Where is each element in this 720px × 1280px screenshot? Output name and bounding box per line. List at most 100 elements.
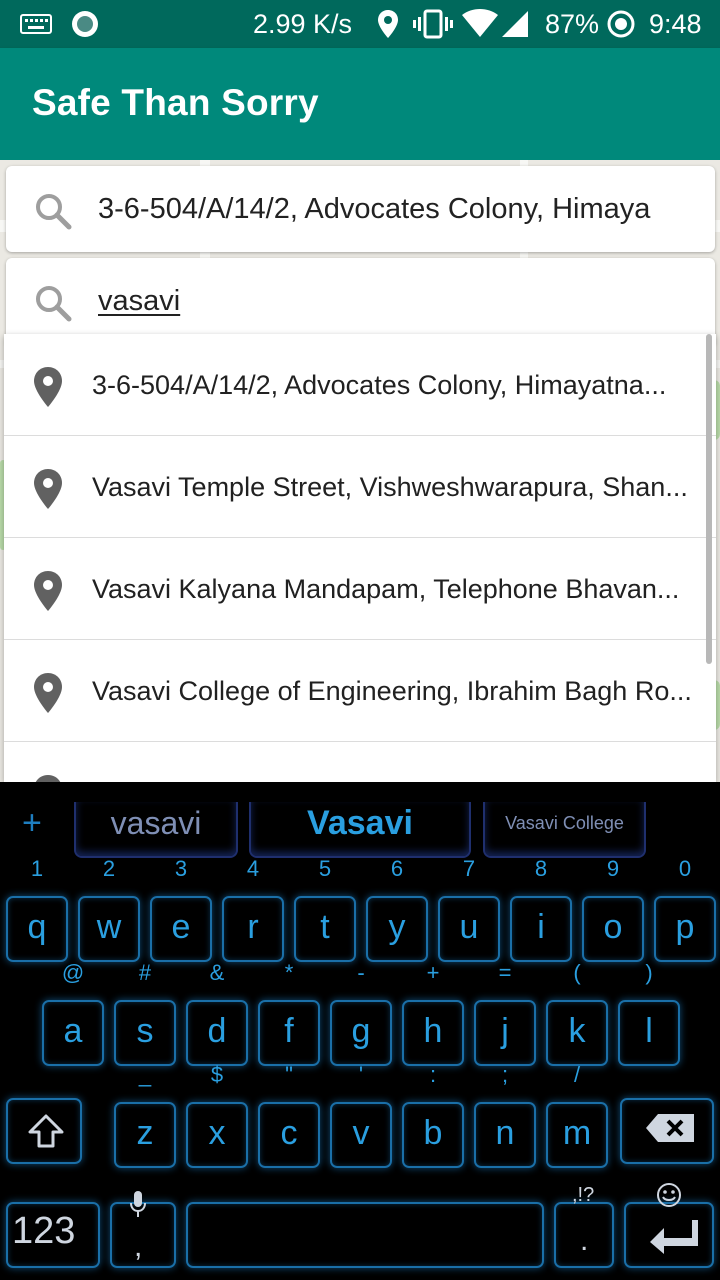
- key-k[interactable]: k: [546, 1000, 608, 1066]
- key-label: o: [603, 908, 623, 946]
- key-h[interactable]: h: [402, 1000, 464, 1066]
- word-suggestion[interactable]: vasavi: [74, 802, 238, 858]
- key-secondary-label: 8: [534, 856, 548, 881]
- emoji-icon: [657, 1183, 681, 1207]
- word-suggestion-text: vasavi: [110, 805, 202, 841]
- origin-search-text[interactable]: 3-6-504/A/14/2, Advocates Colony, Himaya: [98, 193, 704, 226]
- key-secondary-label: +: [426, 960, 440, 985]
- key-label: l: [645, 1012, 653, 1050]
- key-label: t: [320, 908, 330, 946]
- key-e[interactable]: e: [150, 896, 212, 962]
- key-d[interactable]: d: [186, 1000, 248, 1066]
- key-v[interactable]: v: [330, 1102, 392, 1168]
- key-label: a: [63, 1012, 83, 1050]
- key-j[interactable]: j: [474, 1000, 536, 1066]
- shift-key[interactable]: [6, 1098, 82, 1164]
- keyboard-icon: [20, 0, 52, 48]
- key-secondary-label: &: [209, 960, 225, 985]
- key-secondary-label: _: [138, 1062, 152, 1087]
- suggestion-item[interactable]: 3-6-504/A/14/2, Advocates Colony, Himaya…: [4, 334, 716, 436]
- origin-search-field[interactable]: 3-6-504/A/14/2, Advocates Colony, Himaya: [6, 166, 715, 252]
- key-t[interactable]: t: [294, 896, 356, 962]
- key-label: u: [459, 908, 479, 946]
- key-label: k: [568, 1012, 586, 1050]
- comma-key[interactable]: ,: [110, 1191, 176, 1268]
- key-label: i: [537, 908, 545, 946]
- key-w[interactable]: w: [78, 896, 140, 962]
- space-key[interactable]: [186, 1202, 544, 1268]
- key-secondary-label: ): [645, 960, 653, 985]
- place-pin-icon: [35, 775, 61, 782]
- enter-icon: [650, 1220, 698, 1254]
- enter-key[interactable]: [624, 1183, 714, 1268]
- comma-key-label: ,: [134, 1230, 143, 1263]
- key-secondary-label: #: [138, 960, 152, 985]
- place-pin-icon: [34, 367, 62, 407]
- word-suggestion-text: Vasavi College: [505, 813, 624, 833]
- suggestion-item-partial[interactable]: [4, 742, 716, 782]
- key-a[interactable]: a: [42, 1000, 104, 1066]
- place-suggestions-list: 3-6-504/A/14/2, Advocates Colony, Himaya…: [4, 334, 716, 782]
- suggestion-item[interactable]: Vasavi Temple Street, Vishweshwarapura, …: [4, 436, 716, 538]
- key-secondary-label: =: [498, 960, 512, 985]
- key-secondary-label: *: [284, 960, 294, 985]
- key-u[interactable]: u: [438, 896, 500, 962]
- key-secondary-label: (: [573, 960, 581, 985]
- key-label: z: [136, 1114, 154, 1152]
- key-label: e: [171, 908, 191, 946]
- key-label: f: [284, 1012, 294, 1050]
- add-word-icon[interactable]: +: [22, 804, 42, 843]
- destination-search-input[interactable]: vasavi: [98, 285, 180, 317]
- key-l[interactable]: l: [618, 1000, 680, 1066]
- network-speed: 2.99 K/s: [253, 8, 353, 39]
- circle-status-icon: [70, 0, 100, 48]
- key-y[interactable]: y: [366, 896, 428, 962]
- suggestion-item[interactable]: Vasavi Kalyana Mandapam, Telephone Bhava…: [4, 538, 716, 640]
- key-z[interactable]: z: [114, 1102, 176, 1168]
- battery-level: 87%: [545, 8, 600, 39]
- key-o[interactable]: o: [582, 896, 644, 962]
- destination-search-field[interactable]: vasavi: [6, 258, 715, 344]
- key-m[interactable]: m: [546, 1102, 608, 1168]
- key-n[interactable]: n: [474, 1102, 536, 1168]
- key-b[interactable]: b: [402, 1102, 464, 1168]
- numbers-key[interactable]: 123: [6, 1202, 100, 1268]
- key-p[interactable]: p: [654, 896, 716, 962]
- key-label: m: [562, 1114, 592, 1152]
- suggestion-text: 3-6-504/A/14/2, Advocates Colony, Himaya…: [92, 370, 667, 400]
- key-g[interactable]: g: [330, 1000, 392, 1066]
- word-suggestion-text: Vasavi: [307, 804, 413, 842]
- key-x[interactable]: x: [186, 1102, 248, 1168]
- app-title: Safe Than Sorry: [32, 82, 319, 123]
- key-f[interactable]: f: [258, 1000, 320, 1066]
- numbers-key-label: 123: [12, 1210, 76, 1252]
- key-secondary-label: $: [210, 1062, 224, 1087]
- backspace-icon: [646, 1114, 694, 1142]
- word-suggestion-primary[interactable]: Vasavi: [249, 802, 471, 858]
- suggestion-text: Vasavi College of Engineering, Ibrahim B…: [92, 676, 692, 706]
- key-i[interactable]: i: [510, 896, 572, 962]
- word-suggestion[interactable]: Vasavi College: [483, 802, 646, 858]
- clock: 9:48: [649, 8, 702, 39]
- key-r[interactable]: r: [222, 896, 284, 962]
- key-q[interactable]: q: [6, 896, 68, 962]
- place-pin-icon: [34, 571, 62, 611]
- key-label: x: [208, 1114, 226, 1152]
- key-label: n: [495, 1114, 515, 1152]
- key-secondary-label: ;: [501, 1062, 509, 1087]
- app-bar: Safe Than Sorry: [0, 48, 720, 160]
- backspace-key[interactable]: [620, 1098, 714, 1164]
- suggestion-item[interactable]: Vasavi College of Engineering, Ibrahim B…: [4, 640, 716, 742]
- key-label: q: [27, 908, 47, 946]
- key-secondary-label: ": [285, 1062, 293, 1087]
- search-icon: [36, 194, 72, 230]
- key-c[interactable]: c: [258, 1102, 320, 1168]
- period-key[interactable]: ,!? .: [554, 1184, 614, 1268]
- suggestion-text: Vasavi Kalyana Mandapam, Telephone Bhava…: [92, 574, 680, 604]
- key-label: y: [388, 908, 406, 946]
- key-secondary-label: /: [573, 1062, 581, 1087]
- wifi-icon: [462, 0, 498, 48]
- punct-label: ,!?: [572, 1184, 595, 1206]
- suggestions-scrollbar[interactable]: [706, 334, 712, 664]
- key-s[interactable]: s: [114, 1000, 176, 1066]
